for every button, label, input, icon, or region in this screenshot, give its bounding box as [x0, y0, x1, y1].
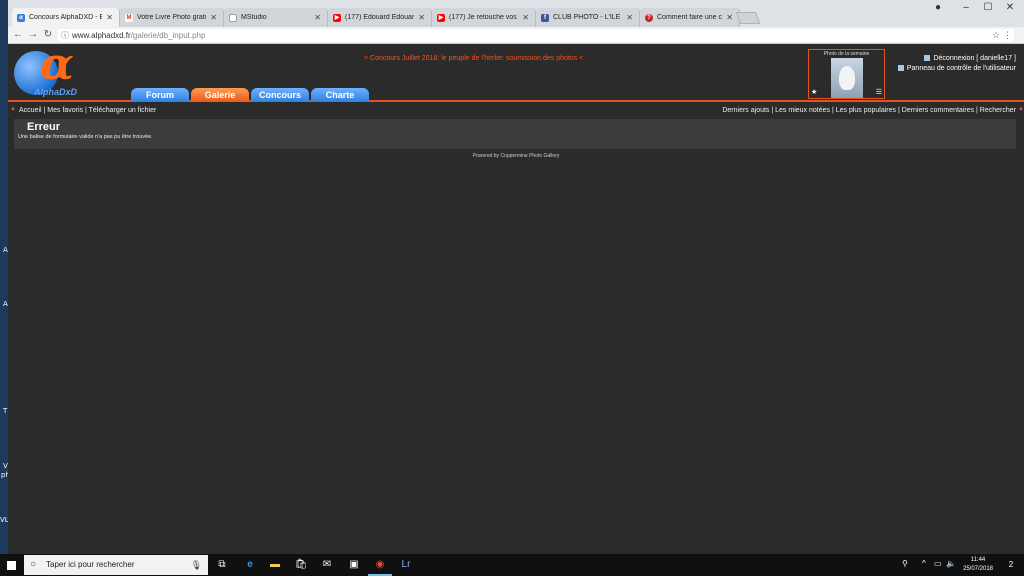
- store-icon[interactable]: 🛍: [294, 558, 308, 572]
- desktop-icon-label[interactable]: T: [3, 407, 7, 415]
- tab-title: Comment faire une captu: [657, 14, 722, 21]
- web-page: α AlphaDxD > Concours Juillet 2018: le p…: [8, 43, 1024, 554]
- back-icon[interactable]: ←: [12, 29, 24, 41]
- clock-date: 25/07/2018: [962, 566, 994, 572]
- site-favicon-icon: α: [17, 13, 25, 22]
- search-placeholder: Taper ici pour rechercher: [46, 560, 135, 569]
- notification-icon[interactable]: 2: [1004, 558, 1018, 572]
- error-title: Erreur: [27, 121, 61, 133]
- youtube-icon: ▶: [437, 13, 445, 22]
- nav-tab-charte[interactable]: Charte: [311, 88, 369, 102]
- tab-title: CLUB PHOTO - L'ÎLE O PI: [553, 14, 622, 21]
- caret-up-icon: ▲: [10, 106, 16, 112]
- menu-icon[interactable]: ⋮: [1003, 29, 1012, 42]
- chrome-icon[interactable]: ◉: [368, 558, 392, 576]
- close-icon[interactable]: ✕: [314, 13, 321, 22]
- mail-icon[interactable]: ✉: [320, 558, 334, 572]
- gmail-icon: M: [125, 13, 133, 22]
- new-tab-button[interactable]: [735, 12, 761, 24]
- list-icon[interactable]: ☰: [876, 88, 882, 96]
- logout-icon: [924, 55, 931, 62]
- browser-tab[interactable]: ▶ (177) Edouard Edouard - ✕: [328, 8, 432, 27]
- powered-by: Powered by Coppermine Photo Gallery: [8, 153, 1024, 159]
- close-icon[interactable]: ✕: [626, 13, 633, 22]
- site-logo[interactable]: α AlphaDxD: [14, 43, 86, 99]
- browser-window: α Concours AlphaDXD - Err ✕ M Votre Livr…: [8, 0, 1024, 554]
- user-links: Déconnexion [ danielle17 ] Panneau de co…: [897, 54, 1016, 74]
- control-panel-icon: [897, 65, 904, 72]
- minimize-icon[interactable]: –: [958, 2, 974, 13]
- tab-title: (177) Edouard Edouard -: [345, 14, 415, 21]
- logo-alpha-icon: α: [40, 39, 74, 90]
- tab-title: MStudio: [241, 14, 267, 21]
- caret-up-icon: ▲: [1018, 106, 1024, 112]
- volume-icon[interactable]: 🔈: [946, 559, 956, 568]
- taskbar-search[interactable]: ○ Taper ici pour rechercher 🎙: [24, 555, 208, 575]
- browser-tab[interactable]: α Concours AlphaDXD - Err ✕: [12, 8, 120, 27]
- close-icon[interactable]: ✕: [418, 13, 425, 22]
- youtube-icon: ▶: [333, 13, 341, 22]
- star-icon[interactable]: ★: [811, 88, 817, 96]
- battery-icon[interactable]: ▭: [934, 559, 942, 568]
- close-window-icon[interactable]: ✕: [1002, 2, 1018, 13]
- task-view-icon[interactable]: ⧉: [215, 558, 229, 572]
- browser-tab[interactable]: ▶ (177) Je retouche vos ph ✕: [432, 8, 536, 27]
- subnav-left-links[interactable]: Accueil | Mes favoris | Télécharger un f…: [19, 107, 156, 114]
- tab-title: Votre Livre Photo gratuit: [137, 14, 207, 21]
- close-icon[interactable]: ✕: [522, 13, 529, 22]
- nav-tab-galerie[interactable]: Galerie: [191, 88, 249, 102]
- tab-title: Concours AlphaDXD - Err: [29, 14, 103, 21]
- nav-tab-concours[interactable]: Concours: [251, 88, 309, 102]
- logout-link[interactable]: Déconnexion [ danielle17 ]: [933, 55, 1016, 62]
- browser-toolbar: ← → ↻ ⓘ www.alphadxd.fr/galerie/db_input…: [8, 27, 1024, 44]
- profile-icon[interactable]: ●: [930, 2, 946, 13]
- control-panel-link[interactable]: Panneau de contrôle de l'utilisateur: [907, 65, 1016, 72]
- windows-start-icon[interactable]: [0, 554, 22, 576]
- facebook-icon: f: [541, 13, 549, 22]
- logo-text: AlphaDxD: [34, 87, 78, 97]
- clock-time: 11:44: [970, 557, 986, 563]
- browser-tab[interactable]: MStudio ✕: [224, 8, 328, 27]
- error-message: Une balise de formulaire valide n'a pas …: [18, 134, 153, 140]
- browser-tab[interactable]: M Votre Livre Photo gratuit ✕: [120, 8, 224, 27]
- contest-announcement[interactable]: > Concours Juillet 2018: le peuple de l'…: [364, 55, 583, 62]
- forward-icon[interactable]: →: [27, 29, 39, 41]
- bookmark-star-icon[interactable]: ☆: [992, 29, 1000, 42]
- address-domain: www.alphadxd.fr: [72, 31, 131, 40]
- photo-of-week-box: Photo de la semaine ★ ☰: [808, 49, 885, 99]
- tab-title: (177) Je retouche vos ph: [449, 14, 518, 21]
- close-icon[interactable]: ✕: [726, 13, 733, 22]
- close-icon[interactable]: ✕: [106, 13, 113, 22]
- question-icon: ?: [645, 13, 653, 22]
- search-icon: ○: [30, 559, 37, 570]
- document-icon: [229, 13, 237, 22]
- nav-tab-forum[interactable]: Forum: [131, 88, 189, 102]
- notification-count: 2: [1008, 560, 1014, 569]
- subnav-right-links[interactable]: Derniers ajouts | Les mieux notées | Les…: [722, 107, 1016, 114]
- sticky-notes-icon[interactable]: ▣: [347, 558, 361, 572]
- microphone-icon[interactable]: 🎙: [191, 555, 202, 575]
- tab-bar: α Concours AlphaDXD - Err ✕ M Votre Livr…: [8, 0, 1024, 27]
- edge-icon[interactable]: e: [243, 558, 257, 572]
- error-panel: Erreur Une balise de formulaire valide n…: [14, 119, 1016, 149]
- browser-tab[interactable]: ? Comment faire une captu ✕: [640, 8, 740, 27]
- powered-by-label: Powered by: [472, 153, 500, 159]
- sub-navigation: ▲ Accueil | Mes favoris | Télécharger un…: [8, 104, 1024, 118]
- maximize-icon[interactable]: ☐: [980, 2, 996, 13]
- lightroom-icon[interactable]: Lr: [399, 558, 413, 572]
- photo-of-week-image[interactable]: [831, 58, 863, 98]
- close-icon[interactable]: ✕: [210, 13, 217, 22]
- file-explorer-icon[interactable]: ▬: [268, 558, 282, 572]
- site-header: α AlphaDxD > Concours Juillet 2018: le p…: [8, 43, 1024, 102]
- browser-tab[interactable]: f CLUB PHOTO - L'ÎLE O PI ✕: [536, 8, 640, 27]
- taskbar: ○ Taper ici pour rechercher 🎙 ⧉ e ▬ 🛍 ✉ …: [0, 554, 1024, 576]
- photo-of-week-title: Photo de la semaine: [823, 51, 870, 57]
- address-path: /galerie/db_input.php: [130, 31, 206, 40]
- people-icon[interactable]: ⚲: [902, 559, 908, 568]
- clock[interactable]: 11:44 25/07/2018: [958, 556, 998, 574]
- address-bar[interactable]: ⓘ www.alphadxd.fr/galerie/db_input.php ☆…: [58, 29, 1014, 42]
- chevron-up-icon[interactable]: ^: [922, 559, 926, 568]
- coppermine-link[interactable]: Coppermine Photo Gallery: [500, 153, 559, 159]
